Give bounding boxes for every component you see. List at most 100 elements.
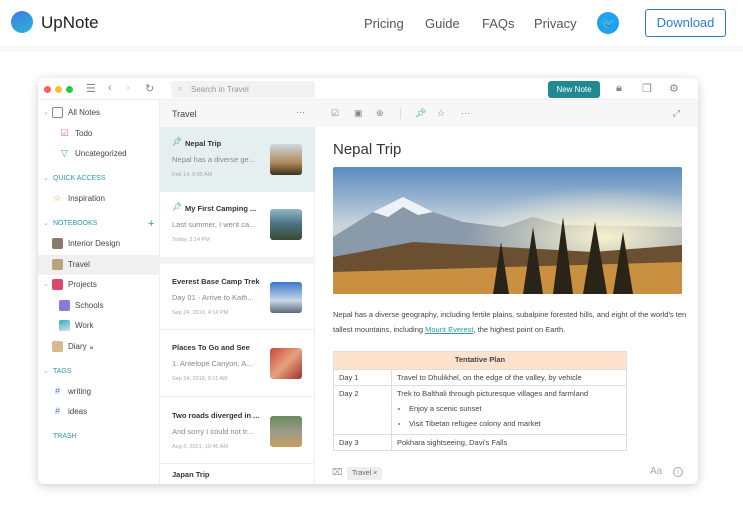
- more-icon[interactable]: ···: [461, 108, 470, 118]
- minimize-dot[interactable]: [55, 86, 62, 93]
- sidebar-item-uncategorized[interactable]: ▽ Uncategorized: [38, 144, 160, 164]
- hash-icon: #: [54, 406, 60, 416]
- nav-guide[interactable]: Guide: [425, 16, 460, 31]
- nav-pricing[interactable]: Pricing: [364, 16, 404, 31]
- label: writing: [68, 387, 92, 396]
- refresh-icon[interactable]: ↻: [145, 82, 154, 95]
- close-dot[interactable]: [44, 86, 51, 93]
- twitter-icon[interactable]: 🐦: [597, 12, 619, 34]
- text: Trek to Balthali through picturesque vil…: [397, 389, 589, 398]
- mount-everest-link[interactable]: Mount Everest: [425, 325, 473, 334]
- notebook-work[interactable]: Work: [38, 316, 160, 336]
- download-button[interactable]: Download: [645, 9, 726, 37]
- note-title: Nepal Trip: [185, 139, 222, 148]
- note-date: Sep 24, 2019, 4:14 PM: [172, 310, 229, 316]
- checklist-icon[interactable]: ☑: [331, 108, 339, 119]
- notebook-schools[interactable]: Schools: [38, 296, 160, 316]
- notebook-diary[interactable]: Diary 🔒︎: [38, 337, 160, 357]
- note-preview: Last summer, I went ca...: [172, 220, 256, 229]
- settings-icon[interactable]: ⚙: [669, 82, 679, 95]
- lock-icon[interactable]: 🔒︎: [616, 82, 622, 95]
- note-item[interactable]: Japan Trip: [160, 465, 315, 484]
- note-item[interactable]: Places To Go and See 1. Antelope Canyon,…: [160, 331, 315, 397]
- note-date: Aug 3, 2021, 10:45 AM: [172, 444, 228, 450]
- note-title: My First Camping ...: [185, 204, 257, 213]
- add-circle-icon[interactable]: ⊕: [376, 108, 384, 119]
- label: All Notes: [68, 108, 101, 117]
- plan-cell: Pokhara sightseeing, Davi's Falls: [391, 434, 627, 451]
- add-tag-icon[interactable]: ⌧: [332, 467, 342, 478]
- notebook-cover-icon: [59, 320, 70, 331]
- table-header: Tentative Plan: [333, 351, 627, 370]
- section-notebooks[interactable]: ⌄ NOTEBOOKS +: [38, 214, 160, 234]
- note-body[interactable]: Nepal has a diverse geography, including…: [333, 307, 693, 337]
- notebook-interior-design[interactable]: Interior Design: [38, 234, 160, 254]
- note-item[interactable]: Two roads diverged in ... And sorry I co…: [160, 398, 315, 464]
- notebook-title: Travel: [172, 109, 197, 119]
- note-item[interactable]: 📌︎ My First Camping ... Last summer, I w…: [160, 192, 315, 257]
- label: NOTEBOOKS: [53, 220, 98, 227]
- info-icon[interactable]: i: [673, 467, 683, 477]
- nav-faqs[interactable]: FAQs: [482, 16, 515, 31]
- text: , the highest point on Earth.: [473, 325, 566, 334]
- note-image: [333, 167, 682, 294]
- note-title[interactable]: Nepal Trip: [333, 141, 401, 158]
- label: Diary: [68, 342, 87, 351]
- header-divider: [0, 46, 743, 52]
- day-cell: Day 2: [333, 385, 392, 435]
- back-icon[interactable]: ‹: [108, 82, 112, 94]
- pinned-separator: [160, 257, 315, 264]
- note-title: Everest Base Camp Trek: [172, 277, 260, 286]
- star-icon[interactable]: ☆: [437, 108, 445, 119]
- notes-icon: [52, 107, 63, 118]
- title-bar: ☰ ‹ › ↻ Search in Travel ⌕ New Note 🔒︎ ❐…: [38, 78, 698, 100]
- note-list: Travel ··· 📌︎ Nepal Trip Nepal has a dive…: [160, 100, 315, 484]
- notebook-cover-icon: [52, 279, 63, 290]
- note-item[interactable]: Everest Base Camp Trek Day 01 - Arrive t…: [160, 264, 315, 330]
- label: Uncategorized: [75, 149, 127, 158]
- section-quick-access[interactable]: ⌄ QUICK ACCESS: [38, 169, 160, 189]
- note-thumbnail: [270, 416, 302, 447]
- pin-icon: 📌︎: [172, 202, 183, 211]
- format-text-button[interactable]: Aa: [650, 466, 662, 477]
- plan-table[interactable]: Tentative Plan Day 1 Travel to Dhulikhel,…: [333, 351, 627, 451]
- label: QUICK ACCESS: [53, 175, 106, 182]
- editor-toolbar: ☑ ▣ ⊕ 📌︎ ☆ ··· ⤢: [315, 100, 698, 127]
- sidebar-item-todo[interactable]: ☑ Todo: [38, 124, 160, 144]
- forward-icon[interactable]: ›: [126, 82, 130, 94]
- more-icon[interactable]: ···: [296, 107, 305, 117]
- notebook-travel[interactable]: Travel: [38, 255, 160, 275]
- expand-icon[interactable]: ⤢: [673, 108, 680, 119]
- note-thumbnail: [270, 348, 302, 379]
- table-row: Day 2 Trek to Balthali through picturesqu…: [333, 385, 627, 435]
- label: Interior Design: [68, 239, 121, 248]
- note-thumbnail: [270, 209, 302, 240]
- note-item[interactable]: 📌︎ Nepal Trip Nepal has a diverse ge... …: [160, 127, 315, 192]
- nav-privacy[interactable]: Privacy: [534, 16, 577, 31]
- search-input[interactable]: Search in Travel: [171, 81, 315, 98]
- image-icon[interactable]: ▣: [354, 108, 363, 119]
- bullet: Visit Tibetan refugee colony and market: [409, 416, 621, 431]
- sidebar-item-inspiration[interactable]: ☆ Inspiration: [38, 189, 160, 209]
- new-note-button[interactable]: New Note: [548, 81, 600, 98]
- label: Travel: [68, 260, 90, 269]
- section-trash[interactable]: TRASH: [38, 427, 160, 447]
- label: Schools: [75, 301, 104, 310]
- notebook-projects[interactable]: ⌄ Projects: [38, 275, 160, 295]
- tag-chip-travel[interactable]: Travel ×: [347, 467, 383, 480]
- list-header: Travel ···: [160, 100, 315, 127]
- brand-name[interactable]: UpNote: [41, 13, 99, 33]
- maximize-dot[interactable]: [66, 86, 73, 93]
- note-thumbnail: [270, 282, 302, 313]
- tag-ideas[interactable]: # ideas: [38, 402, 160, 422]
- tag-writing[interactable]: # writing: [38, 382, 160, 402]
- note-preview: 1. Antelope Canyon, A...: [172, 359, 253, 368]
- menu-icon[interactable]: ☰: [86, 82, 96, 95]
- table-row: Day 3 Pokhara sightseeing, Davi's Falls: [333, 434, 627, 451]
- sidebar-item-all-notes[interactable]: ⌄ All Notes: [38, 103, 160, 123]
- pin-icon[interactable]: 📌︎: [415, 108, 426, 119]
- note-date: Sep 24, 2019, 9:11 AM: [172, 376, 228, 382]
- section-tags[interactable]: ⌄ TAGS: [38, 362, 160, 382]
- duplicate-window-icon[interactable]: ❐: [642, 82, 652, 95]
- add-notebook-icon[interactable]: +: [148, 214, 154, 234]
